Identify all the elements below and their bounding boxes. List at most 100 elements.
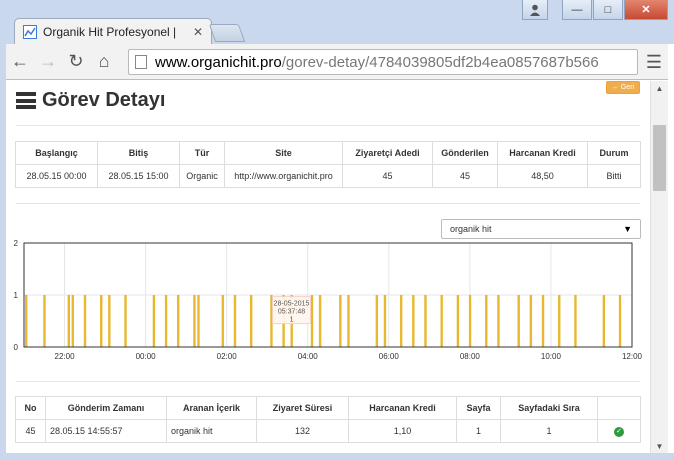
bar — [497, 295, 500, 347]
cell-visitor-count: 45 — [342, 164, 433, 188]
minimize-button[interactable]: — — [562, 0, 592, 20]
header-credit: Harcanan Kredi — [497, 141, 588, 165]
bar — [108, 295, 111, 347]
chart-tooltip-text: 1 — [290, 317, 294, 324]
cell-visit-duration: 132 — [256, 419, 349, 443]
detail-header-row: No Gönderim Zamanı Aranan İçerik Ziyaret… — [15, 396, 641, 420]
bar — [424, 295, 427, 347]
y-tick-label: 0 — [14, 343, 19, 352]
bar — [485, 295, 488, 347]
cell-credit: 48,50 — [497, 164, 588, 188]
cell-spent-credit: 1,10 — [348, 419, 457, 443]
bar — [412, 295, 415, 347]
cell-searched-content: organik hit — [166, 419, 257, 443]
bar — [249, 295, 253, 347]
back-button[interactable]: ← Geri — [606, 81, 640, 94]
scrollbar-thumb[interactable] — [653, 125, 666, 191]
browser-menu-icon[interactable]: ☰ — [646, 52, 662, 73]
keyword-select-value: organik hit — [450, 224, 492, 234]
divider — [16, 203, 640, 204]
bar — [83, 295, 87, 347]
user-icon — [530, 4, 540, 16]
bar — [25, 295, 28, 347]
x-tick-label: 10:00 — [541, 352, 562, 361]
summary-row: 28.05.15 00:00 28.05.15 15:00 Organic ht… — [15, 164, 641, 188]
bar — [177, 295, 180, 347]
bar — [618, 295, 622, 347]
page-viewport: Görev Detayı ← Geri Başlangıç Bitiş Tür … — [6, 81, 650, 453]
bar — [541, 295, 545, 347]
check-circle-icon: ✓ — [614, 427, 624, 437]
bar — [517, 295, 520, 347]
home-icon[interactable]: ⌂ — [90, 48, 118, 76]
cell-site: http://www.organichit.pro — [224, 164, 343, 188]
header-site: Site — [224, 141, 343, 165]
x-tick-label: 08:00 — [460, 352, 481, 361]
bar — [574, 295, 577, 347]
x-tick-label: 04:00 — [298, 352, 319, 361]
forward-arrow-icon[interactable]: → — [34, 48, 62, 76]
header-send-time: Gönderim Zamanı — [45, 396, 167, 420]
bar — [375, 295, 379, 347]
bar — [310, 295, 314, 347]
x-tick-label: 12:00 — [622, 352, 643, 361]
bar — [456, 295, 460, 347]
tab-close-icon[interactable]: ✕ — [193, 25, 203, 39]
tab-title: Organik Hit Profesyonel | — [43, 24, 177, 39]
header-end: Bitiş — [97, 141, 180, 165]
cell-page: 1 — [456, 419, 501, 443]
bar — [440, 295, 443, 347]
bar — [43, 295, 46, 347]
browser-toolbar: ← → ↻ ⌂ www.organichit.pro/gorev-detay/4… — [6, 44, 668, 80]
bar — [347, 295, 350, 347]
maximize-button[interactable]: □ — [593, 0, 623, 20]
user-profile-button[interactable] — [522, 0, 548, 20]
reload-icon[interactable]: ↻ — [62, 48, 90, 76]
header-start: Başlangıç — [15, 141, 98, 165]
address-bar[interactable]: www.organichit.pro/gorev-detay/478403980… — [128, 49, 638, 75]
cell-end: 28.05.15 15:00 — [97, 164, 180, 188]
bar — [221, 295, 225, 347]
header-visit-duration: Ziyaret Süresi — [256, 396, 349, 420]
cell-status: Bitti — [587, 164, 641, 188]
scroll-up-arrow-icon[interactable]: ▲ — [651, 81, 668, 95]
tasks-icon — [16, 92, 36, 109]
header-searched-content: Aranan İçerik — [166, 396, 257, 420]
bar — [233, 295, 237, 347]
visits-chart: 01222:00 00:00 02:00 04:00 06:00 08:00 10:00 12… — [14, 239, 643, 361]
divider — [16, 125, 640, 126]
cell-sent: 45 — [432, 164, 498, 188]
bar — [197, 295, 200, 347]
bar — [602, 295, 606, 347]
header-no: No — [15, 396, 46, 420]
bar — [383, 295, 387, 347]
chart-tooltip-text: 05:37:48 — [278, 309, 305, 316]
header-spent-credit: Harcanan Kredi — [348, 396, 457, 420]
bar — [124, 295, 127, 347]
cell-start: 28.05.15 00:00 — [15, 164, 98, 188]
header-visitor-count: Ziyaretçi Adedi — [342, 141, 433, 165]
cell-no: 45 — [15, 419, 46, 443]
y-tick-label: 2 — [14, 239, 19, 248]
summary-table: Başlangıç Bitiş Tür Site Ziyaretçi Adedi… — [15, 141, 641, 188]
new-tab-button[interactable] — [208, 24, 246, 42]
scroll-down-arrow-icon[interactable]: ▼ — [651, 439, 668, 453]
page-scrollbar[interactable]: ▲ ▼ — [650, 81, 668, 453]
bar — [164, 295, 168, 347]
page-title: Görev Detayı — [42, 89, 166, 111]
bar — [339, 295, 342, 347]
bar — [100, 295, 103, 347]
back-button-label: Geri — [620, 84, 635, 91]
tab-organik-hit[interactable]: Organik Hit Profesyonel | ✕ — [14, 18, 212, 44]
bar — [71, 295, 75, 347]
back-arrow-icon[interactable]: ← — [6, 48, 34, 76]
table-row: 45 28.05.15 14:55:57 organik hit 132 1,1… — [15, 419, 641, 443]
cell-send-time: 28.05.15 14:55:57 — [45, 419, 167, 443]
divider — [16, 381, 640, 382]
header-type: Tür — [179, 141, 225, 165]
close-window-button[interactable]: ✕ — [624, 0, 668, 20]
cell-page-rank: 1 — [500, 419, 598, 443]
x-tick-label: 22:00 — [55, 352, 76, 361]
page-heading: Görev Detayı — [16, 89, 165, 112]
detail-table: No Gönderim Zamanı Aranan İçerik Ziyaret… — [15, 396, 641, 443]
